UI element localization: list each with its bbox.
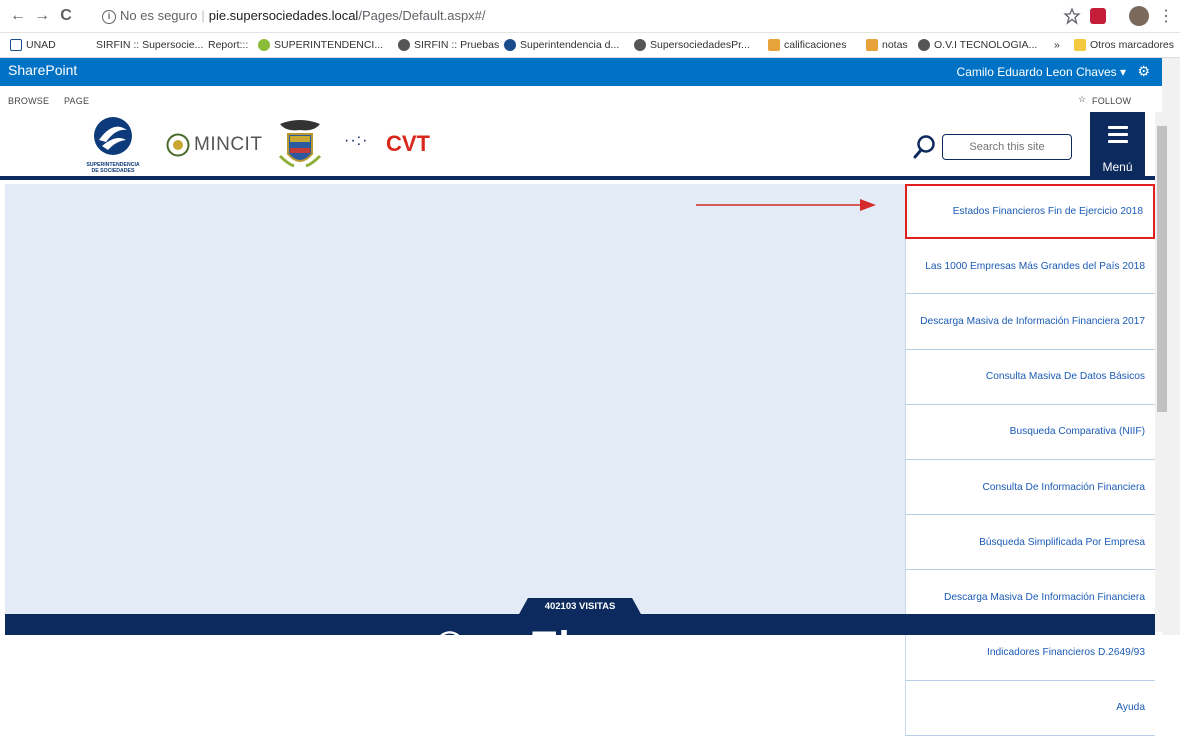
forward-button[interactable]: → bbox=[32, 6, 52, 26]
bookmarks-overflow[interactable]: » bbox=[1054, 33, 1060, 58]
user-menu[interactable]: Camilo Eduardo Leon Chaves ▾ bbox=[957, 65, 1126, 79]
menu-item-consulta-informacion-financiera[interactable]: Consulta De Información Financiera bbox=[905, 459, 1155, 516]
profile-avatar[interactable] bbox=[1129, 6, 1149, 26]
bookmark-star-icon[interactable] bbox=[1062, 6, 1082, 26]
tab-browse[interactable]: BROWSE bbox=[8, 96, 49, 106]
menu-item-descarga-masiva-2017[interactable]: Descarga Masiva de Información Financier… bbox=[905, 294, 1155, 350]
bookmark-item[interactable]: SUPERINTENDENCI... bbox=[258, 33, 383, 58]
ribbon-tabs: BROWSE PAGE ☆ FOLLOW bbox=[0, 86, 1162, 112]
bookmark-item[interactable]: SIRFIN :: Supersocie... bbox=[96, 33, 203, 58]
bookmarks-bar: UNAD SIRFIN :: Supersocie... Report::: S… bbox=[0, 33, 1180, 58]
visits-counter: 402103 VISITAS bbox=[518, 598, 642, 616]
bookmark-item[interactable]: O.V.I TECNOLOGIA... bbox=[918, 33, 1037, 58]
search-input[interactable] bbox=[942, 134, 1072, 160]
tab-page[interactable]: PAGE bbox=[64, 96, 89, 106]
gear-icon[interactable]: ⚙ bbox=[1137, 63, 1150, 80]
bookmark-item[interactable]: SupersociedadesPr... bbox=[634, 33, 750, 58]
content-scrollbar[interactable] bbox=[1155, 112, 1167, 632]
hamburger-icon bbox=[1108, 126, 1128, 147]
menu-button[interactable]: Menú bbox=[1090, 112, 1145, 180]
follow-button[interactable]: FOLLOW bbox=[1092, 96, 1131, 106]
extension-icon[interactable] bbox=[1090, 8, 1106, 24]
bookmark-item[interactable]: SIRFIN :: Pruebas bbox=[398, 33, 499, 58]
coat-of-arms-logo bbox=[278, 120, 322, 168]
bookmark-item[interactable]: Report::: bbox=[208, 33, 248, 58]
menu-item-busqueda-simplificada[interactable]: Búsqueda Simplificada Por Empresa bbox=[905, 515, 1155, 571]
annotation-arrow bbox=[696, 199, 876, 211]
bookmark-item[interactable]: UNAD bbox=[10, 33, 56, 58]
follow-star-icon[interactable]: ☆ bbox=[1078, 94, 1086, 105]
browser-toolbar: ← → C i No es seguro | pie.supersociedades.… bbox=[0, 0, 1180, 33]
supersociedades-caption: SUPERINTENDENCIA DE SOCIEDADES bbox=[86, 162, 140, 174]
browser-menu-icon[interactable]: ⋮ bbox=[1158, 6, 1174, 26]
bookmark-item[interactable]: calificaciones bbox=[768, 33, 846, 58]
scrollbar-thumb[interactable] bbox=[1157, 126, 1167, 412]
reload-button[interactable]: C bbox=[56, 6, 76, 26]
cvt-logo[interactable]: ··:· CVT bbox=[340, 130, 440, 160]
menu-item-busqueda-comparativa-niif[interactable]: Busqueda Comparativa (NIIF) bbox=[905, 404, 1155, 460]
search-icon[interactable] bbox=[913, 134, 937, 160]
back-button[interactable]: ← bbox=[8, 6, 28, 26]
url-path: /Pages/Default.aspx#/ bbox=[358, 8, 486, 23]
menu-item-ayuda[interactable]: Ayuda bbox=[905, 680, 1155, 736]
site-header: SUPERINTENDENCIA DE SOCIEDADES MINCIT ··:… bbox=[0, 112, 1162, 180]
bookmark-item[interactable]: notas bbox=[866, 33, 908, 58]
other-bookmarks[interactable]: Otros marcadores bbox=[1074, 33, 1174, 58]
footer-text: © ... Th bbox=[435, 624, 585, 635]
bookmark-item[interactable]: Superintendencia d... bbox=[504, 33, 619, 58]
menu-item-1000-empresas-2018[interactable]: Las 1000 Empresas Más Grandes del País 2… bbox=[905, 239, 1155, 295]
address-bar[interactable]: i No es seguro | pie.supersociedades.local/… bbox=[102, 4, 1062, 28]
menu-item-estados-financieros-2018[interactable]: Estados Financieros Fin de Ejercicio 201… bbox=[905, 184, 1155, 240]
menu-item-consulta-masiva-datos-basicos[interactable]: Consulta Masiva De Datos Básicos bbox=[905, 349, 1155, 405]
menu-label: Menú bbox=[1102, 160, 1133, 174]
main-menu-dropdown: Estados Financieros Fin de Ejercicio 201… bbox=[905, 184, 1155, 736]
mincit-logo[interactable]: MINCIT bbox=[160, 130, 262, 160]
url-domain: pie.supersociedades.local bbox=[208, 8, 359, 23]
security-label: No es seguro bbox=[120, 8, 198, 23]
sharepoint-suite-bar: SharePoint Camilo Eduardo Leon Chaves ▾ … bbox=[0, 58, 1162, 86]
info-icon[interactable]: i bbox=[102, 9, 116, 24]
footer-bar: © ... Th bbox=[5, 614, 1155, 635]
sharepoint-brand[interactable]: SharePoint bbox=[8, 62, 77, 78]
